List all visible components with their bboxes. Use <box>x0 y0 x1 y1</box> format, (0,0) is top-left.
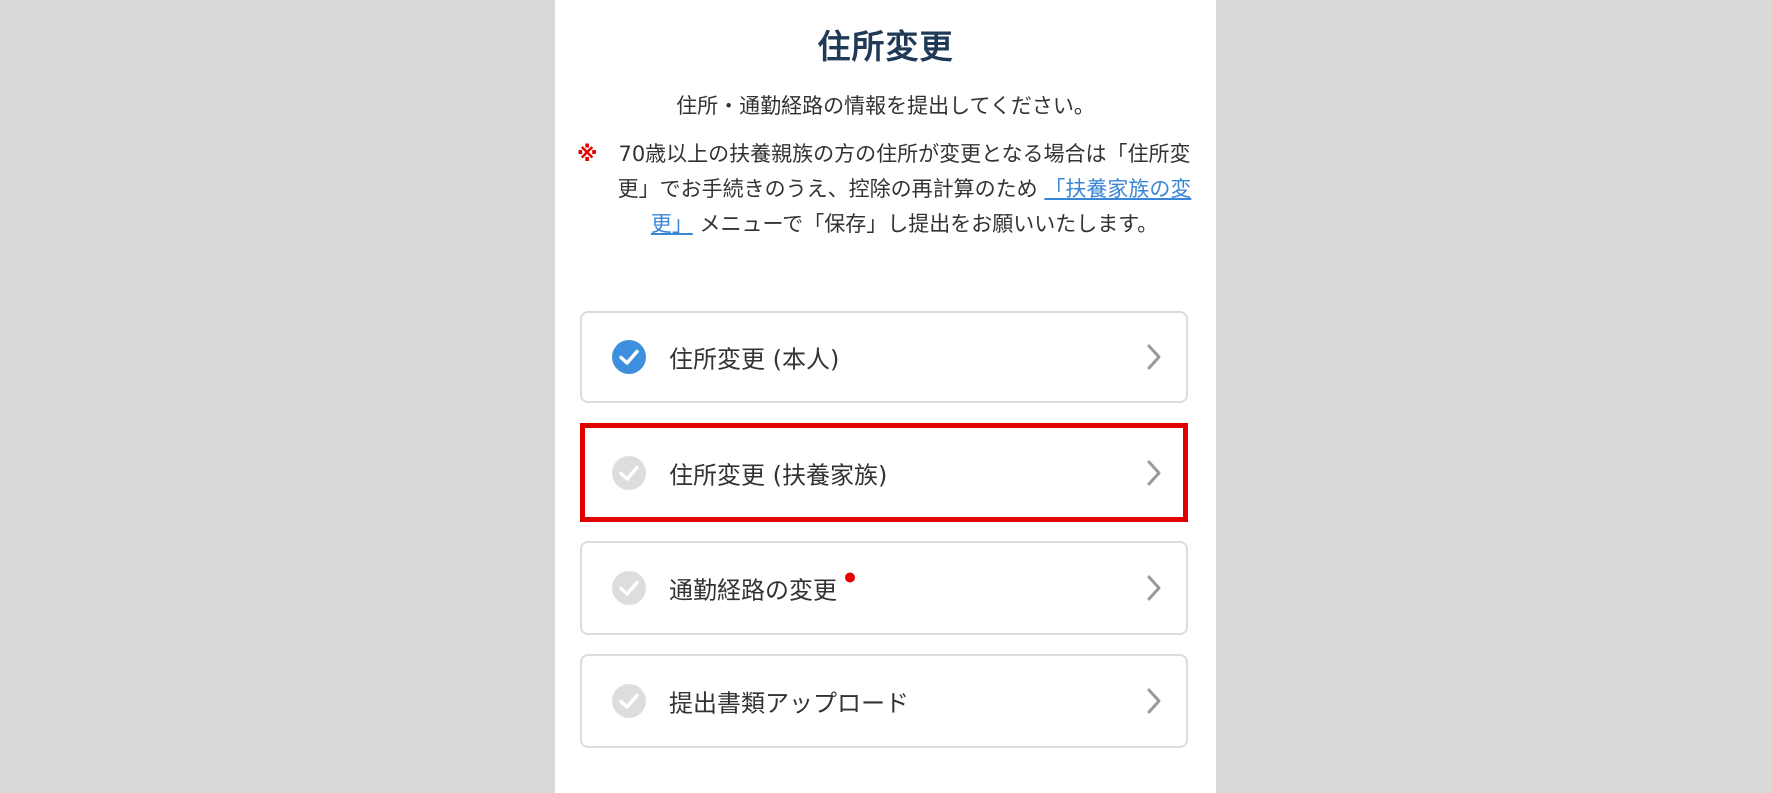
required-dot-icon <box>845 572 855 583</box>
chevron-right-icon <box>1146 574 1162 602</box>
chevron-right-icon <box>1146 343 1162 371</box>
menu-item-label: 住所変更 (扶養家族) <box>669 461 888 489</box>
menu-item-label-wrap: 通勤経路の変更 <box>669 571 855 606</box>
check-circle-icon <box>612 455 646 490</box>
notice-mark: ※ <box>577 142 598 166</box>
chevron-right-icon <box>1146 687 1162 715</box>
menu-item-address-change-dependents[interactable]: 住所変更 (扶養家族) <box>580 423 1188 522</box>
menu-item-document-upload[interactable]: 提出書類アップロード <box>580 654 1188 748</box>
page-subtitle: 住所・通勤経路の情報を提出してください。 <box>676 94 1095 118</box>
menu-item-label: 住所変更 (本人) <box>669 345 840 374</box>
address-change-panel: 住所変更 住所・通勤経路の情報を提出してください。 ※ 70歳以上の扶養親族の方… <box>555 0 1216 793</box>
menu-item-commute-route-change[interactable]: 通勤経路の変更 <box>580 541 1188 635</box>
check-circle-icon <box>612 684 646 718</box>
check-circle-filled-icon <box>612 340 646 374</box>
check-circle-icon <box>612 571 646 605</box>
notice: ※ 70歳以上の扶養親族の方の住所が変更となる場合は「住所変更」でお手続きのうえ… <box>577 137 1202 242</box>
menu-item-label: 通勤経路の変更 <box>669 576 837 605</box>
notice-text-after-link: メニューで「保存」し提出をお願いいたします。 <box>699 212 1159 236</box>
menu-item-label: 提出書類アップロード <box>669 689 909 718</box>
chevron-right-icon <box>1146 459 1162 487</box>
notice-body: 70歳以上の扶養親族の方の住所が変更となる場合は「住所変更」でお手続きのうえ、控… <box>607 137 1202 242</box>
page-title: 住所変更 <box>817 27 954 66</box>
menu-item-address-change-self[interactable]: 住所変更 (本人) <box>580 311 1188 403</box>
